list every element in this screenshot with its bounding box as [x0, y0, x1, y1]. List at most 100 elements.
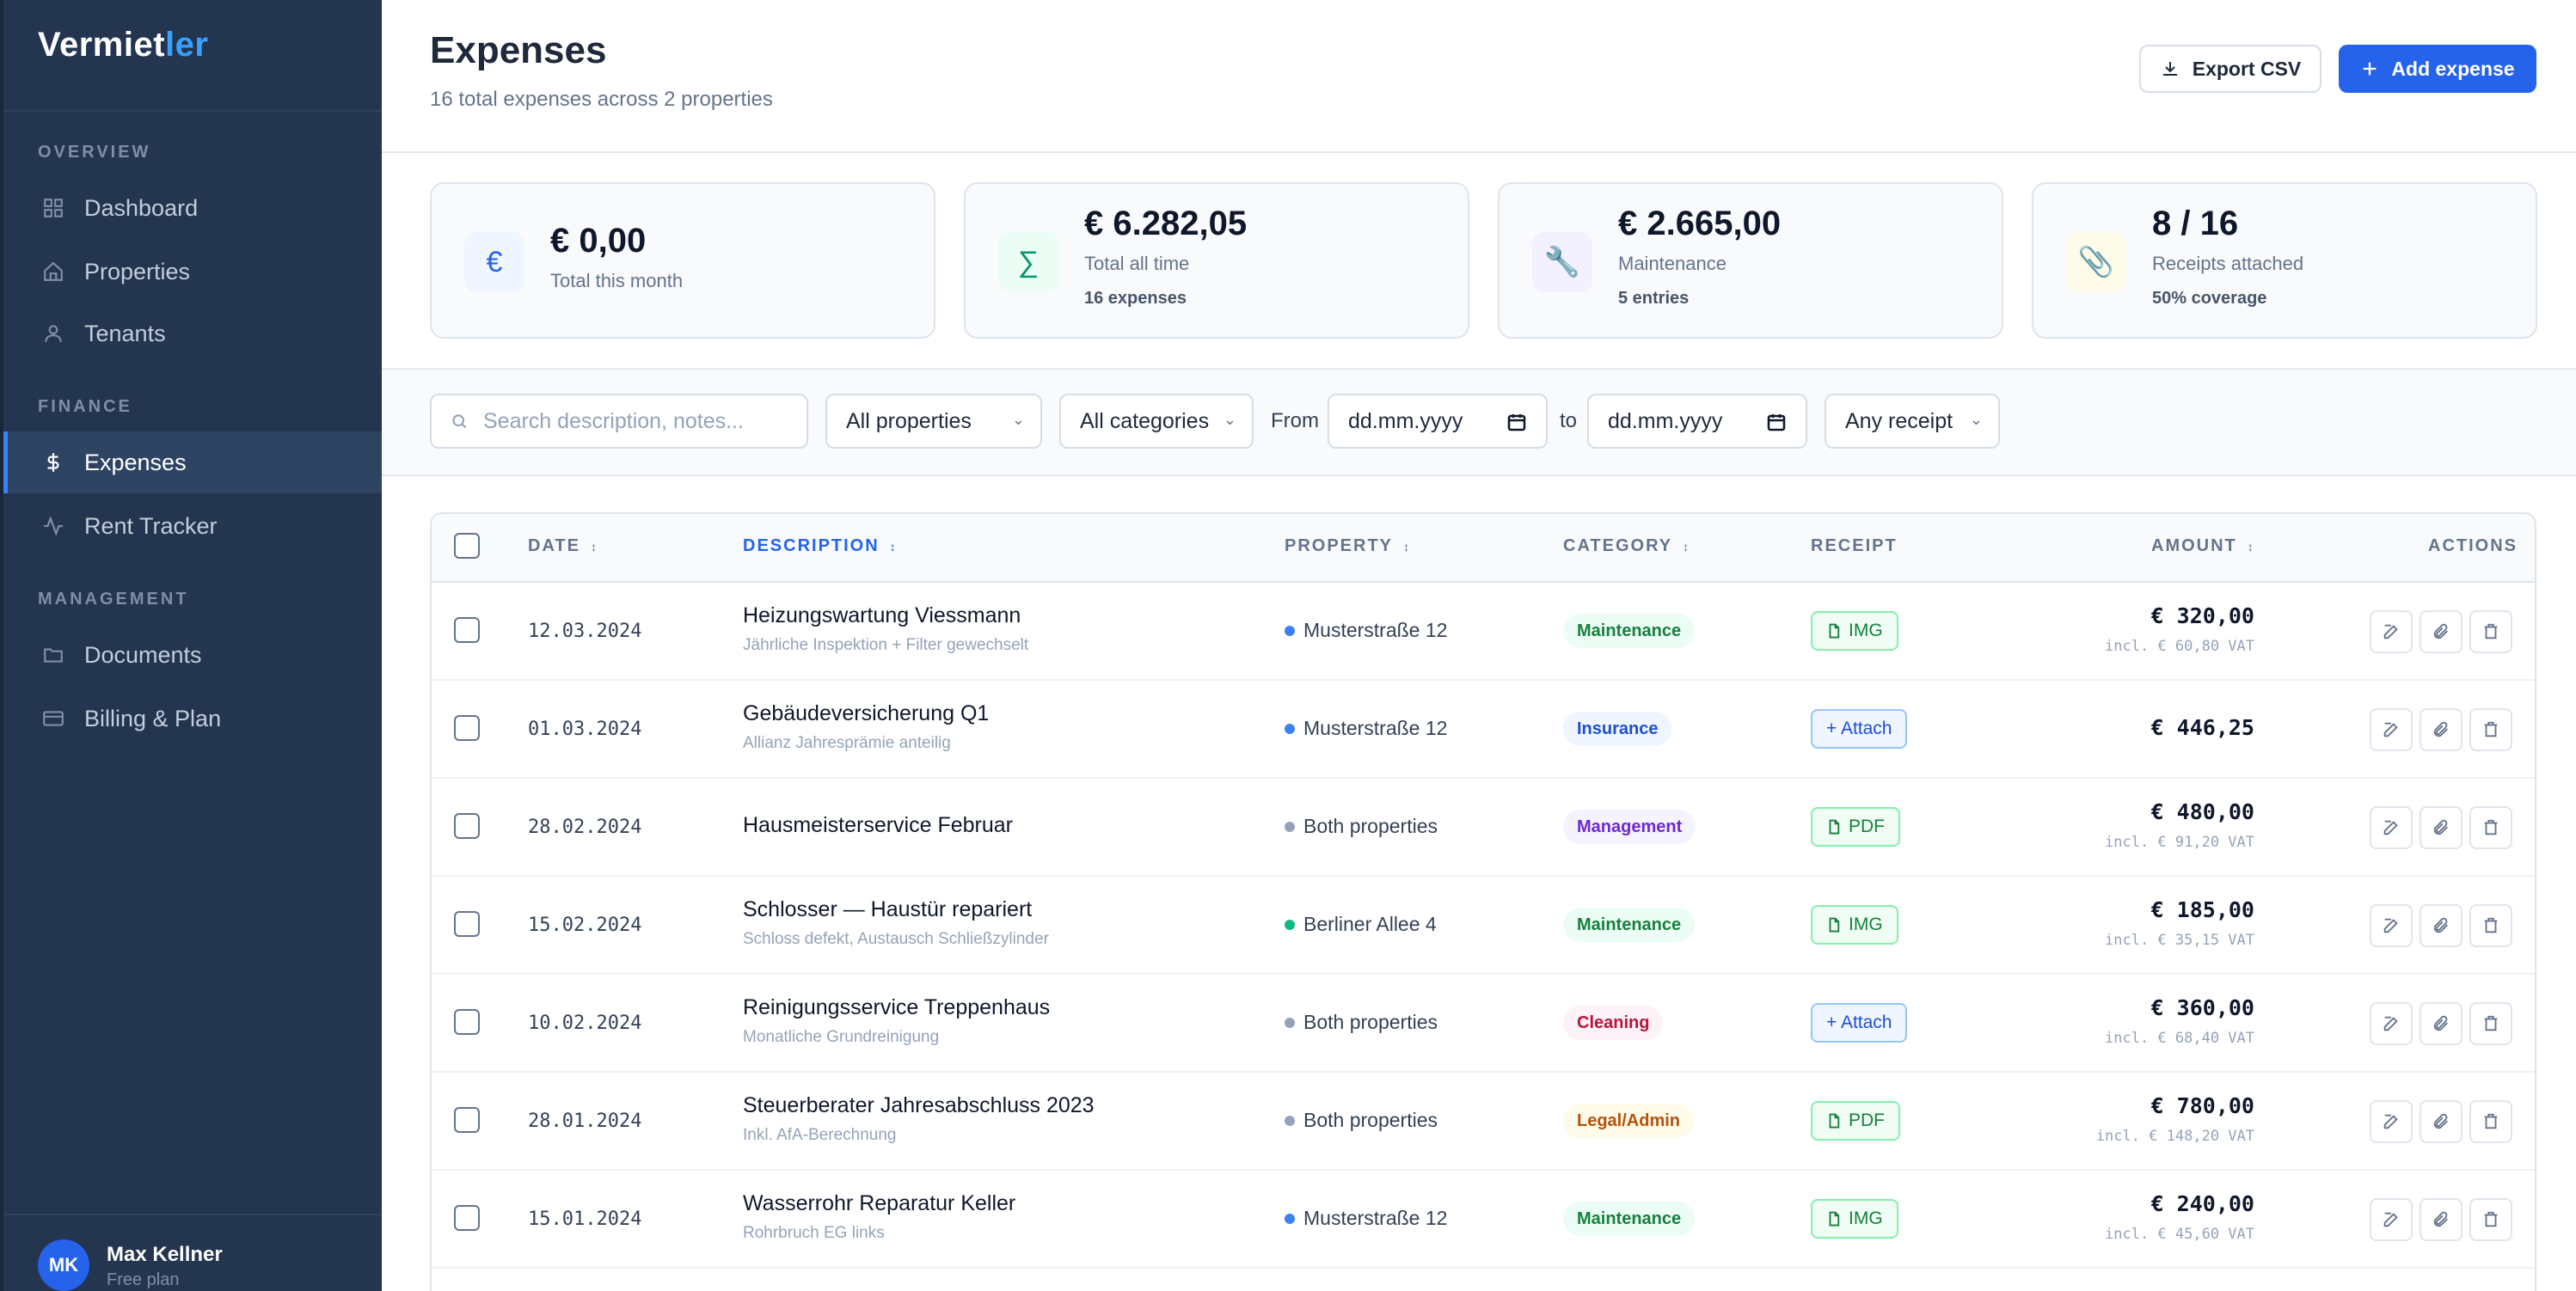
property-dot: [1285, 723, 1295, 734]
column-header-category[interactable]: CATEGORY ↕: [1563, 536, 1689, 556]
table-row[interactable]: 10.02.2024 Reinigungsservice Treppenhaus M…: [432, 975, 2535, 1073]
edit-icon: [2382, 1014, 2401, 1033]
row-checkbox[interactable]: [454, 1009, 480, 1035]
delete-button[interactable]: [2469, 610, 2512, 653]
attach-button[interactable]: [2420, 904, 2463, 947]
stat-icon-glyph: 🔧: [1543, 246, 1581, 278]
select-all-checkbox[interactable]: [454, 533, 480, 559]
user-profile[interactable]: MK Max Kellner Free plan: [3, 1214, 382, 1291]
expense-title[interactable]: Gebäudeversicherung Q1: [743, 701, 989, 726]
sidebar-item-billing[interactable]: Billing & Plan: [3, 688, 382, 750]
receipt-select[interactable]: Any receipt ⌄: [1825, 394, 2000, 449]
row-checkbox[interactable]: [454, 911, 480, 937]
expense-vat: incl. € 91,20 VAT: [2105, 834, 2254, 851]
receipt-file-badge[interactable]: IMG: [1811, 905, 1898, 945]
column-header-date[interactable]: DATE ↕: [528, 536, 597, 556]
receipt-file-badge[interactable]: PDF: [1811, 807, 1900, 847]
edit-button[interactable]: [2370, 610, 2413, 653]
property-select[interactable]: All properties ⌄: [825, 394, 1042, 449]
stat-sub: 50% coverage: [2152, 289, 2267, 308]
expense-amount: € 780,00: [2150, 1093, 2254, 1118]
header-label: DESCRIPTION: [743, 536, 880, 555]
search-input[interactable]: Search description, notes...: [430, 394, 808, 449]
column-header-amount[interactable]: AMOUNT ↕: [2151, 536, 2254, 556]
download-icon: [2160, 58, 2180, 79]
trash-icon: [2481, 622, 2500, 641]
expense-title[interactable]: Steuerberater Jahresabschluss 2023: [743, 1093, 1095, 1118]
table-row[interactable]: 01.03.2024 Gebäudeversicherung Q1 Allianz …: [432, 681, 2535, 779]
attach-receipt-button[interactable]: + Attach: [1811, 709, 1908, 749]
attach-button[interactable]: [2420, 1198, 2463, 1241]
delete-button[interactable]: [2469, 1198, 2512, 1241]
sidebar-item-rent-tracker[interactable]: Rent Tracker: [3, 495, 382, 557]
delete-button[interactable]: [2469, 904, 2512, 947]
expense-note: Rohrbruch EG links: [743, 1224, 885, 1242]
row-checkbox[interactable]: [454, 1107, 480, 1133]
expense-title[interactable]: Schlosser — Haustür repariert: [743, 897, 1032, 922]
row-checkbox[interactable]: [454, 715, 480, 741]
delete-button[interactable]: [2469, 708, 2512, 751]
add-expense-button[interactable]: Add expense: [2339, 45, 2536, 93]
table-row[interactable]: 12.03.2024 Heizungswartung Viessmann Jährl…: [432, 583, 2535, 681]
property-name: Both properties: [1303, 1011, 1438, 1033]
sidebar-item-tenants[interactable]: Tenants: [3, 303, 382, 364]
receipt-file-badge[interactable]: PDF: [1811, 1101, 1900, 1141]
expense-note: Monatliche Grundreinigung: [743, 1028, 940, 1046]
attach-button[interactable]: [2420, 1100, 2463, 1143]
row-checkbox[interactable]: [454, 617, 480, 643]
receipt-file-badge[interactable]: IMG: [1811, 611, 1898, 651]
edit-button[interactable]: [2370, 708, 2413, 751]
attach-button[interactable]: [2420, 610, 2463, 653]
table-row[interactable]: 28.02.2024 Hausmeisterservice Februar Both…: [432, 779, 2535, 877]
receipt-file-badge[interactable]: IMG: [1811, 1199, 1898, 1239]
edit-button[interactable]: [2370, 1002, 2413, 1045]
date-from-input[interactable]: dd.mm.yyyy: [1328, 394, 1548, 449]
edit-button[interactable]: [2370, 1198, 2413, 1241]
calendar-icon[interactable]: [1766, 412, 1787, 438]
row-checkbox[interactable]: [454, 813, 480, 839]
brand-part1: Vermiet: [38, 26, 166, 64]
activity-icon: [41, 514, 65, 538]
column-header-description[interactable]: DESCRIPTION ↕: [743, 536, 896, 556]
receipt-label: IMG: [1849, 915, 1883, 934]
attach-button[interactable]: [2420, 1002, 2463, 1045]
delete-button[interactable]: [2469, 1002, 2512, 1045]
expense-note: Allianz Jahresprämie anteilig: [743, 734, 951, 752]
stat-label: Total all time: [1084, 253, 1190, 274]
sidebar-item-documents[interactable]: Documents: [3, 624, 382, 686]
row-checkbox[interactable]: [454, 1205, 480, 1231]
brand-logo[interactable]: Vermietler: [38, 26, 208, 64]
category-badge: Insurance: [1563, 712, 1672, 746]
expense-property: Musterstraße 12: [1285, 717, 1447, 740]
edit-button[interactable]: [2370, 904, 2413, 947]
expense-note: Schloss defekt, Austausch Schließzylinde…: [743, 930, 1049, 948]
edit-button[interactable]: [2370, 1100, 2413, 1143]
expense-title[interactable]: Hausmeisterservice Februar: [743, 813, 1013, 838]
category-select[interactable]: All categories ⌄: [1059, 394, 1254, 449]
wrench-icon: 🔧: [1532, 232, 1592, 292]
table-row[interactable]: 15.01.2024 Wasserrohr Reparatur Keller Roh…: [432, 1171, 2535, 1269]
expense-title[interactable]: Heizungswartung Viessmann: [743, 603, 1021, 628]
sidebar-item-properties[interactable]: Properties: [3, 241, 382, 303]
attach-button[interactable]: [2420, 806, 2463, 849]
sidebar-item-expenses[interactable]: Expenses: [3, 431, 382, 493]
sort-icon: ↕: [889, 540, 896, 554]
user-icon: [41, 321, 65, 346]
stat-label: Total this month: [550, 270, 684, 291]
column-header-property[interactable]: PROPERTY ↕: [1285, 536, 1409, 556]
table-row[interactable]: 28.01.2024 Steuerberater Jahresabschluss …: [432, 1073, 2535, 1171]
expense-title[interactable]: Reinigungsservice Treppenhaus: [743, 995, 1050, 1020]
delete-button[interactable]: [2469, 1100, 2512, 1143]
calendar-icon[interactable]: [1506, 412, 1527, 438]
date-to-input[interactable]: dd.mm.yyyy: [1587, 394, 1807, 449]
edit-button[interactable]: [2370, 806, 2413, 849]
attach-receipt-button[interactable]: + Attach: [1811, 1003, 1908, 1043]
delete-button[interactable]: [2469, 806, 2512, 849]
table-row[interactable]: 15.02.2024 Schlosser — Haustür repariert S…: [432, 877, 2535, 975]
export-csv-button[interactable]: Export CSV: [2139, 45, 2321, 93]
trash-icon: [2481, 1112, 2500, 1131]
sidebar-item-dashboard[interactable]: Dashboard: [3, 177, 382, 239]
add-expense-label: Add expense: [2391, 57, 2515, 80]
attach-button[interactable]: [2420, 708, 2463, 751]
expense-title[interactable]: Wasserrohr Reparatur Keller: [743, 1191, 1015, 1216]
